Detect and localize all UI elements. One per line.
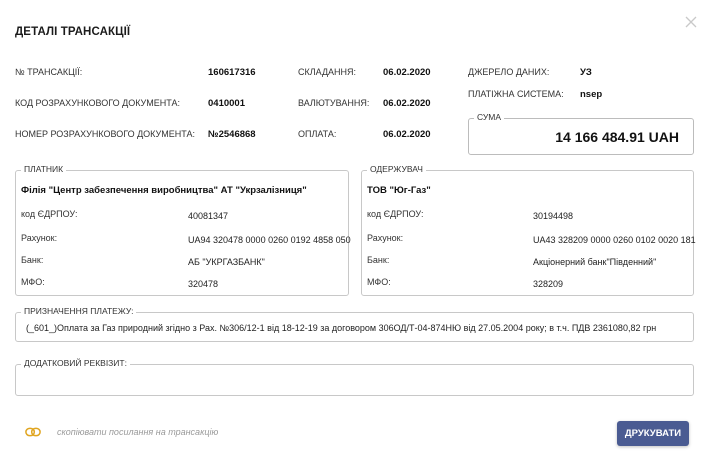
payer-edrpou-value: 40081347 xyxy=(188,211,229,221)
transaction-number-label: № ТРАНСАКЦІЇ: xyxy=(15,67,83,77)
payee-account-label: Рахунок: xyxy=(367,233,404,243)
payer-bank-value: АБ "УКРГАЗБАНК" xyxy=(188,257,265,267)
payee-edrpou-label: код ЄДРПОУ: xyxy=(367,209,424,219)
copy-link-button[interactable]: скопіювати посилання на трансакцію xyxy=(25,426,218,438)
payer-account-value: UA94 320478 0000 0260 0192 4858 050 xyxy=(188,235,351,245)
payee-account-value: UA43 328209 0000 0260 0102 0020 181 xyxy=(533,235,696,245)
copy-link-text[interactable]: скопіювати посилання на трансакцію xyxy=(57,427,218,437)
value-date-label: ВАЛЮТУВАННЯ: xyxy=(298,98,370,108)
payee-name: ТОВ "Юг-Газ" xyxy=(367,185,431,196)
payment-date-value: 06.02.2020 xyxy=(383,129,431,140)
doc-code-value: 0410001 xyxy=(208,98,245,109)
payer-legend: ПЛАТНИК xyxy=(21,164,67,174)
print-button[interactable]: ДРУКУВАТИ xyxy=(617,421,689,446)
payment-purpose-legend: ПРИЗНАЧЕННЯ ПЛАТЕЖУ: xyxy=(21,306,137,316)
payment-date-label: ОПЛАТА: xyxy=(298,129,337,139)
payee-mfo-value: 328209 xyxy=(533,279,564,289)
payer-name: Філія "Центр забезпечення виробництва" А… xyxy=(21,185,307,196)
payer-edrpou-label: код ЄДРПОУ: xyxy=(21,209,78,219)
sum-label: СУМА xyxy=(474,112,505,122)
value-date-value: 06.02.2020 xyxy=(383,98,431,109)
additional-requisite-section: ДОДАТКОВИЙ РЕКВІЗИТ: xyxy=(15,358,694,396)
doc-number-label: НОМЕР РОЗРАХУНКОВОГО ДОКУМЕНТА: xyxy=(15,129,195,139)
data-source-label: ДЖЕРЕЛО ДАНИХ: xyxy=(468,67,550,77)
payer-mfo-value: 320478 xyxy=(188,279,219,289)
payee-edrpou-value: 30194498 xyxy=(533,211,574,221)
payment-purpose-section: ПРИЗНАЧЕННЯ ПЛАТЕЖУ: (_601_)Оплата за Га… xyxy=(15,306,694,342)
dialog-title: ДЕТАЛІ ТРАНСАКЦІЇ xyxy=(15,26,131,38)
data-source-value: УЗ xyxy=(580,67,592,78)
payee-mfo-label: МФО: xyxy=(367,277,391,287)
doc-code-label: КОД РОЗРАХУНКОВОГО ДОКУМЕНТА: xyxy=(15,98,180,108)
payee-bank-value: Акціонерний банк"Південний" xyxy=(533,257,657,267)
payment-purpose-text: (_601_)Оплата за Газ природний згідно з … xyxy=(26,323,657,333)
doc-number-value: №2546868 xyxy=(208,129,256,140)
payer-mfo-label: МФО: xyxy=(21,277,45,287)
payee-legend: ОДЕРЖУВАЧ xyxy=(367,164,426,174)
payment-system-label: ПЛАТІЖНА СИСТЕМА: xyxy=(468,89,564,99)
close-icon[interactable] xyxy=(683,14,699,30)
payment-system-value: nsep xyxy=(580,89,603,100)
payer-account-label: Рахунок: xyxy=(21,233,58,243)
payer-bank-label: Банк: xyxy=(21,255,44,265)
payee-bank-label: Банк: xyxy=(367,255,390,265)
sum-value: 14 166 484.91 UAH xyxy=(555,129,679,145)
sum-box: СУМА 14 166 484.91 UAH xyxy=(468,112,694,155)
transaction-number-value: 160617316 xyxy=(208,67,256,78)
additional-requisite-legend: ДОДАТКОВИЙ РЕКВІЗИТ: xyxy=(21,358,130,368)
compiled-date-label: СКЛАДАННЯ: xyxy=(298,67,357,77)
link-icon xyxy=(25,426,41,438)
payee-section: ОДЕРЖУВАЧ ТОВ "Юг-Газ" код ЄДРПОУ: 30194… xyxy=(361,164,696,296)
payer-section: ПЛАТНИК Філія "Центр забезпечення виробн… xyxy=(15,164,351,296)
compiled-date-value: 06.02.2020 xyxy=(383,67,431,78)
